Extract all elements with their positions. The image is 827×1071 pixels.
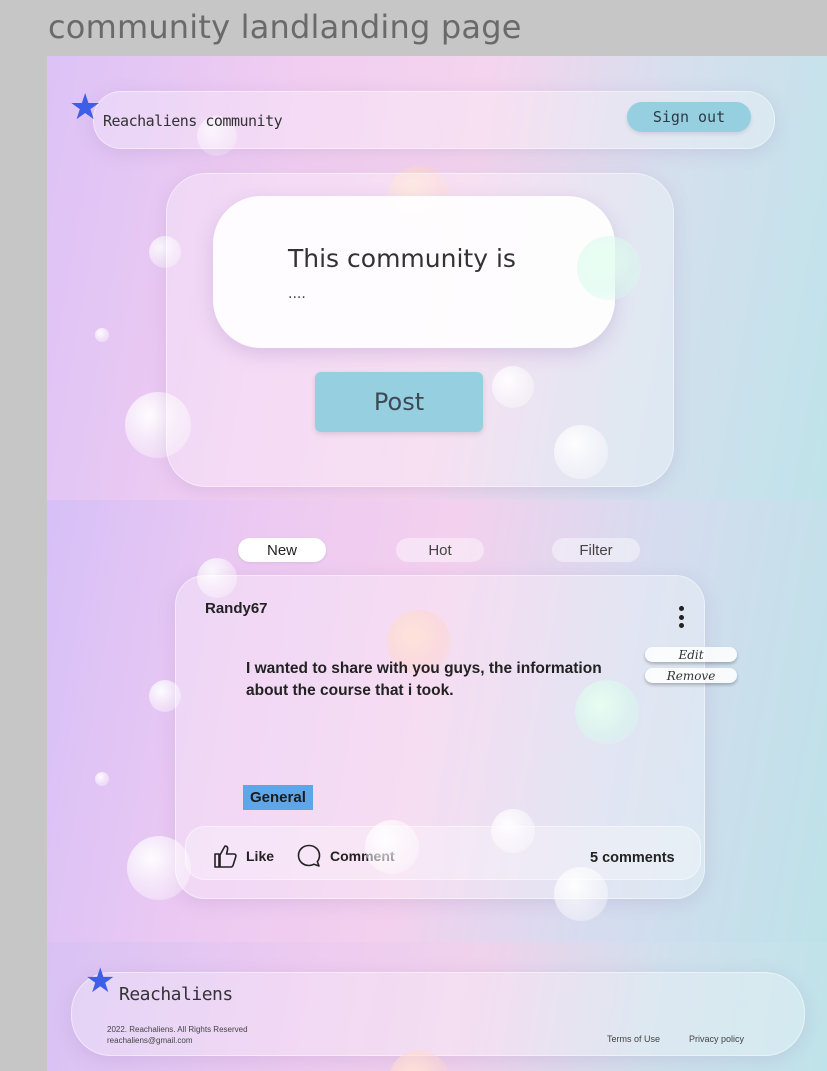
copyright-text: 2022. Reachaliens. All Rights Reserved bbox=[107, 1025, 248, 1034]
decor-bubble bbox=[95, 328, 109, 342]
star-logo-icon: ★ bbox=[69, 87, 102, 128]
like-button[interactable]: Like bbox=[212, 843, 274, 869]
terms-link[interactable]: Terms of Use bbox=[607, 1034, 660, 1044]
remove-menu-item[interactable]: Remove bbox=[645, 668, 737, 683]
star-logo-icon: ★ bbox=[85, 961, 116, 1001]
comment-count[interactable]: 5 comments bbox=[590, 850, 675, 866]
footer: ★ Reachaliens 2022. Reachaliens. All Rig… bbox=[47, 942, 827, 1071]
tab-filter[interactable]: Filter bbox=[552, 538, 640, 562]
compose-input[interactable]: This community is .... bbox=[213, 196, 615, 348]
decor-bubble bbox=[554, 867, 608, 921]
tab-new[interactable]: New bbox=[238, 538, 326, 562]
post-button[interactable]: Post bbox=[315, 372, 483, 432]
post-author[interactable]: Randy67 bbox=[205, 600, 268, 617]
decor-bubble bbox=[492, 366, 534, 408]
decor-bubble bbox=[577, 236, 641, 300]
page-title: community landlanding page bbox=[48, 8, 522, 46]
decor-bubble bbox=[149, 680, 181, 712]
compose-section: ★ Reachaliens community Sign out This co… bbox=[47, 56, 827, 500]
post-tag[interactable]: General bbox=[243, 785, 313, 810]
sign-out-button[interactable]: Sign out bbox=[627, 102, 751, 132]
feed-section: New Hot Filter Randy67 Edit Remove I wan… bbox=[47, 500, 827, 942]
tab-hot[interactable]: Hot bbox=[396, 538, 484, 562]
compose-ellipsis: .... bbox=[288, 286, 306, 302]
footer-brand: Reachaliens bbox=[119, 984, 233, 1005]
decor-bubble bbox=[365, 820, 419, 874]
more-options-icon[interactable] bbox=[675, 606, 687, 636]
decor-bubble bbox=[491, 809, 535, 853]
compose-prompt-text: This community is bbox=[288, 244, 516, 273]
edit-menu-item[interactable]: Edit bbox=[645, 647, 737, 662]
like-label: Like bbox=[246, 848, 275, 864]
thumbs-up-icon bbox=[214, 845, 237, 868]
decor-bubble bbox=[127, 836, 191, 900]
contact-email[interactable]: reachaliens@gmail.com bbox=[107, 1036, 193, 1046]
comment-bubble-icon bbox=[297, 844, 321, 867]
privacy-link[interactable]: Privacy policy bbox=[689, 1034, 744, 1044]
decor-bubble bbox=[575, 680, 639, 744]
brand-name: Reachaliens community bbox=[103, 112, 283, 130]
decor-bubble bbox=[95, 772, 109, 786]
decor-bubble bbox=[554, 425, 608, 479]
